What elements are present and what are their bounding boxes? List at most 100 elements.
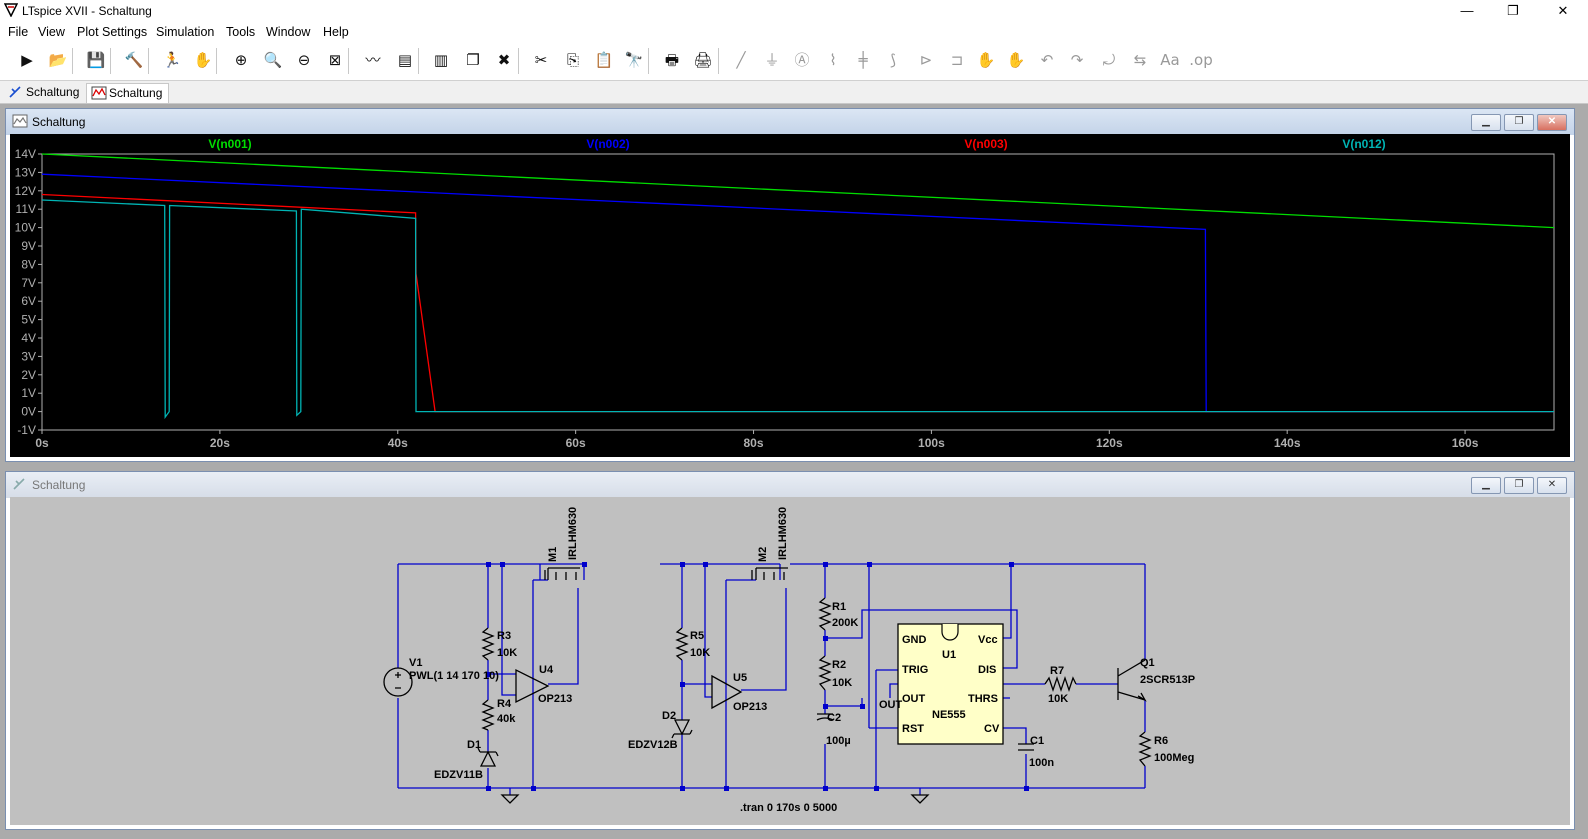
schematic-window-caption[interactable]: Schaltung ▁ ❐ ✕ — [6, 472, 1574, 498]
resistor-r2 — [818, 655, 832, 691]
mirror-icon[interactable]: ⇆ — [1127, 47, 1153, 73]
u5-ref: U5 — [733, 672, 747, 684]
q1-ref: Q1 — [1140, 657, 1155, 669]
waveform-plot-area[interactable]: 14V 13V 12V 11V 10V 9V 8V 7V 6V 5V 4V 3V 2V 1V 0V -1V 0s… — [10, 134, 1570, 457]
schematic-labels: V1 PWL(1 14 170 10) R3 10K R4 40k D1 EDZ… — [409, 507, 1195, 814]
series-line-Vn003 — [41, 193, 1554, 413]
ground-icon[interactable]: ⏚ — [759, 47, 785, 73]
zoom-fit-icon[interactable]: ⊠ — [322, 47, 348, 73]
mosfet-m1 — [544, 567, 580, 580]
control-panel-icon[interactable]: 🔨 — [121, 47, 147, 73]
series-line-Vn012 — [41, 199, 1554, 420]
toolbar-separator — [110, 48, 111, 74]
plot-window-title: Schaltung — [32, 115, 86, 129]
menu-tools[interactable]: Tools — [226, 25, 255, 39]
plot-window-caption[interactable]: Schaltung ▁ ❐ ✕ — [6, 109, 1574, 135]
menu-view[interactable]: View — [38, 25, 65, 39]
y-tick-label: 7V — [21, 276, 36, 290]
copy-icon[interactable]: ⎘ — [560, 47, 586, 73]
r2-ref: R2 — [832, 659, 846, 671]
tab-schematic[interactable]: Schaltung — [4, 83, 85, 102]
print-icon[interactable]: 🖶 — [659, 47, 685, 73]
resistor-r4 — [481, 699, 495, 731]
menu-simulation[interactable]: Simulation — [156, 25, 214, 39]
find-icon[interactable]: 🔭 — [621, 47, 647, 73]
autorange-icon[interactable]: 〰 — [360, 47, 386, 73]
toolbar-separator — [72, 48, 73, 74]
menu-window[interactable]: Window — [266, 25, 310, 39]
print-setup-icon[interactable]: 🖨 — [690, 47, 716, 73]
m1-ref: M1 — [547, 547, 559, 562]
u1-pin-trig: TRIG — [902, 664, 928, 676]
document-tab-bar: Schaltung Schaltung — [0, 81, 1588, 104]
spice-directive-icon[interactable]: .op — [1188, 47, 1214, 73]
plot-restore-button[interactable]: ❐ — [1504, 114, 1534, 131]
c2-ref: C2 — [827, 712, 841, 724]
toolbar-separator — [718, 48, 719, 74]
plot-close-button[interactable]: ✕ — [1537, 114, 1567, 131]
plot-minimize-button[interactable]: ▁ — [1471, 114, 1501, 131]
legend-entry: V(n003) — [964, 137, 1007, 151]
u1-pin-vcc: Vcc — [978, 634, 998, 646]
zoom-in-icon[interactable]: ⊕ — [228, 47, 254, 73]
r5-value: 10K — [690, 647, 710, 659]
inductor-icon[interactable]: ⟆ — [880, 47, 906, 73]
waveform-chart[interactable]: 14V 13V 12V 11V 10V 9V 8V 7V 6V 5V 4V 3V 2V 1V 0V -1V0s… — [10, 134, 1570, 457]
tile-vertical-icon[interactable]: ▤ — [392, 47, 418, 73]
drag-icon[interactable]: ✋ — [1003, 47, 1029, 73]
ground-symbol — [500, 794, 520, 804]
x-tick-label: 0s — [35, 436, 49, 450]
menu-file[interactable]: File — [8, 25, 28, 39]
label-icon[interactable]: Ⓐ — [789, 47, 815, 73]
toolbar-separator — [216, 48, 217, 74]
diode-icon[interactable]: ⊳ — [913, 47, 939, 73]
save-icon[interactable]: 💾 — [83, 47, 109, 73]
paste-icon[interactable]: 📋 — [591, 47, 617, 73]
schematic-restore-button[interactable]: ❐ — [1504, 477, 1534, 494]
title-bar: LTspice XVII - Schaltung — ❐ ✕ — [0, 0, 1588, 22]
x-tick-label: 140s — [1274, 436, 1301, 450]
pan-icon[interactable]: ✋ — [190, 47, 216, 73]
u1-pin-dis: DIS — [978, 664, 996, 676]
close-button[interactable]: ✕ — [1540, 0, 1586, 22]
r2-value: 10K — [832, 677, 852, 689]
rotate-icon[interactable]: ⤾ — [1096, 47, 1122, 73]
schematic-canvas[interactable]: V1 PWL(1 14 170 10) R3 10K R4 40k D1 EDZ… — [10, 497, 1570, 825]
resistor-icon[interactable]: ⌇ — [820, 47, 846, 73]
resistor-r3 — [481, 627, 495, 661]
tab-waveform[interactable]: Schaltung — [86, 83, 170, 103]
x-tick-label: 80s — [744, 436, 764, 450]
maximize-button[interactable]: ❐ — [1490, 0, 1536, 22]
zoom-out-icon[interactable]: ⊖ — [291, 47, 317, 73]
u1-pin-cv: CV — [984, 723, 1000, 735]
cascade-icon[interactable]: ❐ — [460, 47, 486, 73]
y-tick-label: 8V — [21, 257, 36, 271]
close-all-icon[interactable]: ✖ — [491, 47, 517, 73]
schematic-minimize-button[interactable]: ▁ — [1471, 477, 1501, 494]
toolbar: ▶ 📂 💾 🔨 🏃 ✋ ⊕ 🔍 ⊖ ⊠ 〰 ▤ ▥ ❐ ✖ ✂ ⎘ 📋 🔭 🖶 🖨 ╱ ⏚ Ⓐ ⌇ ╪ ⟆ ⊳ ⊐ ✋ ✋ ↶ ↷ ⤾ ⇆ Aa .op — [0, 42, 1588, 81]
move-icon[interactable]: ✋ — [973, 47, 999, 73]
cut-icon[interactable]: ✂ — [528, 47, 554, 73]
tab-label: Schaltung — [109, 86, 163, 100]
wire-icon[interactable]: ╱ — [728, 47, 754, 73]
menu-plot-settings[interactable]: Plot Settings — [77, 25, 147, 39]
resistor-r5 — [675, 627, 689, 661]
halt-icon[interactable]: 🏃 — [159, 47, 185, 73]
r6-value: 100Meg — [1154, 752, 1194, 764]
menu-help[interactable]: Help — [323, 25, 349, 39]
u1-pin-gnd: GND — [902, 634, 927, 646]
open-icon[interactable]: 📂 — [45, 47, 71, 73]
q1-value: 2SCR513P — [1140, 674, 1195, 686]
run-icon[interactable]: ▶ — [14, 47, 40, 73]
redo-icon[interactable]: ↷ — [1064, 47, 1090, 73]
tile-horizontal-icon[interactable]: ▥ — [428, 47, 454, 73]
text-icon[interactable]: Aa — [1157, 47, 1183, 73]
u1-pin-out: OUT — [902, 693, 926, 705]
undo-icon[interactable]: ↶ — [1034, 47, 1060, 73]
minimize-button[interactable]: — — [1444, 0, 1490, 22]
zoom-area-icon[interactable]: 🔍 — [260, 47, 286, 73]
capacitor-icon[interactable]: ╪ — [850, 47, 876, 73]
u1-pin-thrs: THRS — [968, 693, 998, 705]
schematic-close-button[interactable]: ✕ — [1537, 477, 1567, 494]
component-icon[interactable]: ⊐ — [944, 47, 970, 73]
